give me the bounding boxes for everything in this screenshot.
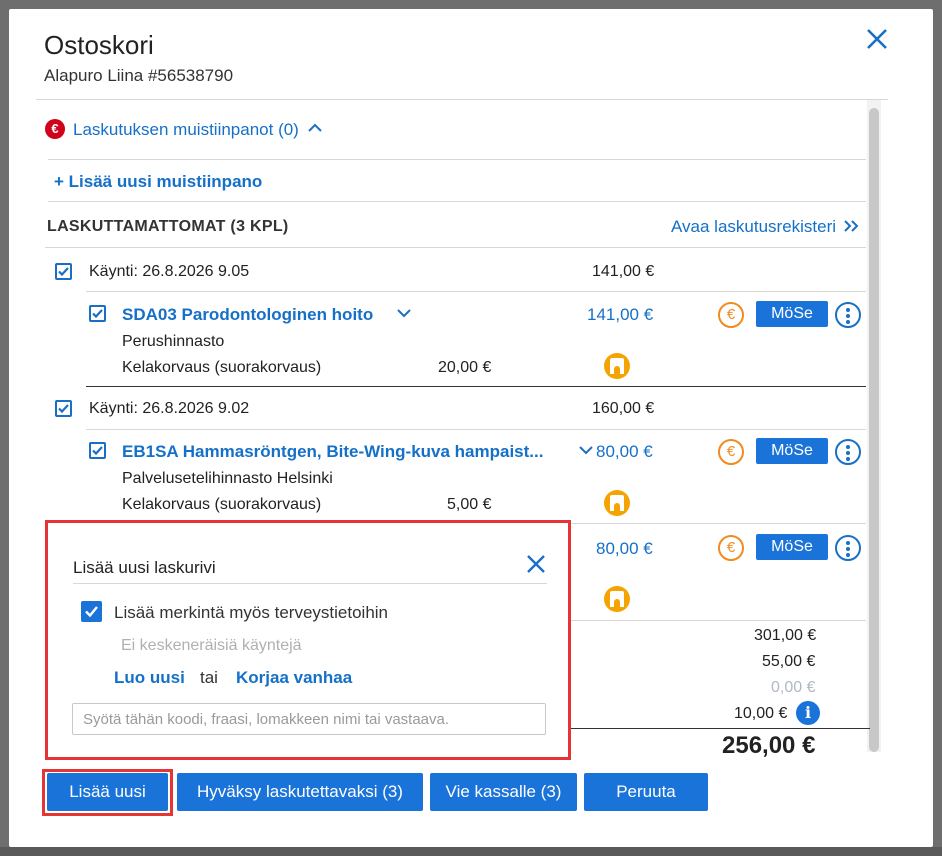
popup-divider	[73, 583, 547, 584]
item-1-pricelist: Perushinnasto	[122, 333, 225, 350]
fix-old-link[interactable]: Korjaa vanhaa	[236, 668, 352, 688]
unbilled-section-title: LASKUTTAMATTOMAT (3 KPL)	[47, 218, 289, 235]
billing-euro-icon: €	[45, 119, 65, 139]
euro-icon[interactable]: €	[718, 302, 744, 328]
kela-icon	[604, 353, 630, 379]
popup-title: Lisää uusi laskurivi	[73, 558, 216, 577]
cancel-button[interactable]: Peruuta	[584, 773, 708, 811]
visit-2-total: 160,00 €	[592, 400, 655, 417]
item-2-kela-label: Kelakorvaus (suorakorvaus)	[122, 496, 322, 513]
billing-notes-toggle[interactable]: Laskutuksen muistiinpanot (0)	[73, 120, 322, 140]
item-2-checkbox[interactable]	[89, 442, 106, 459]
no-visits-text: Ei keskeneräisiä käyntejä	[121, 637, 302, 654]
open-register-link[interactable]: Avaa laskutusrekisteri	[671, 217, 859, 237]
visit-1-checkbox[interactable]	[55, 263, 72, 280]
item-2-pricelist: Palvelusetelihinnasto Helsinki	[122, 470, 333, 487]
tax-button[interactable]: MöSe	[756, 301, 828, 327]
code-search-input[interactable]	[72, 703, 546, 735]
add-invoice-row-popup: Lisää uusi laskurivi Lisää merkintä myös…	[45, 520, 571, 760]
divider	[48, 159, 866, 160]
totals-separator	[560, 728, 870, 729]
visit-2-checkbox[interactable]	[55, 400, 72, 417]
approve-billing-button[interactable]: Hyväksy laskutettavaksi (3)	[177, 773, 423, 811]
more-options-icon[interactable]	[835, 439, 861, 465]
chevron-down-icon[interactable]	[397, 308, 411, 318]
chevron-up-icon	[307, 123, 322, 132]
modal-title: Ostoskori	[44, 30, 154, 60]
health-record-label: Lisää merkintä myös terveystietoihin	[114, 603, 389, 622]
open-register-label: Avaa laskutusrekisteri	[671, 217, 837, 236]
scrollbar-thumb[interactable]	[869, 108, 879, 752]
item-1-kela-amount: 20,00 €	[438, 359, 492, 376]
item-1-kela-label: Kelakorvaus (suorakorvaus)	[122, 359, 322, 376]
or-text: tai	[200, 668, 218, 687]
item-1-checkbox[interactable]	[89, 305, 106, 322]
close-icon[interactable]	[525, 553, 547, 575]
total-2: 55,00 €	[762, 653, 816, 670]
euro-icon[interactable]: €	[718, 535, 744, 561]
kela-icon	[604, 586, 630, 612]
chevron-down-icon[interactable]	[579, 445, 593, 455]
item-2-kela-amount: 5,00 €	[447, 496, 492, 513]
tax-button[interactable]: MöSe	[756, 534, 828, 560]
to-checkout-button[interactable]: Vie kassalle (3)	[430, 773, 577, 811]
item-1-price: 141,00 €	[587, 305, 654, 324]
divider	[45, 247, 866, 248]
total-1: 301,00 €	[754, 627, 817, 644]
kela-icon	[604, 490, 630, 516]
billing-notes-label: Laskutuksen muistiinpanot (0)	[73, 120, 299, 139]
item-2-code[interactable]: EB1SA Hammasröntgen, Bite-Wing-kuva hamp…	[122, 442, 543, 462]
more-options-icon[interactable]	[835, 302, 861, 328]
tax-button[interactable]: MöSe	[756, 438, 828, 464]
create-new-link[interactable]: Luo uusi	[114, 668, 185, 688]
health-record-checkbox[interactable]	[81, 601, 102, 622]
euro-icon[interactable]: €	[718, 439, 744, 465]
backdrop-bottom	[0, 847, 942, 856]
grand-total: 256,00 €	[722, 732, 816, 759]
item-1-code[interactable]: SDA03 Parodontologinen hoito	[122, 305, 373, 325]
visit-2-label: Käynti: 26.8.2026 9.02	[89, 400, 250, 417]
add-new-highlight	[42, 769, 173, 816]
visit-1-total: 141,00 €	[592, 263, 655, 280]
close-icon[interactable]	[864, 26, 890, 52]
double-chevron-right-icon	[844, 220, 859, 232]
divider	[48, 201, 866, 202]
visit-separator	[86, 386, 866, 387]
patient-subtitle: Alapuro Liina #56538790	[44, 66, 234, 85]
visit-1-label: Käynti: 26.8.2026 9.05	[89, 263, 250, 280]
item-2-price: 80,00 €	[596, 442, 653, 461]
total-3: 0,00 €	[771, 679, 816, 696]
total-4: 10,00 €	[734, 705, 788, 722]
info-icon[interactable]: i	[796, 701, 820, 725]
item-3-price: 80,00 €	[596, 539, 653, 558]
divider	[86, 429, 866, 430]
more-options-icon[interactable]	[835, 535, 861, 561]
divider	[86, 291, 866, 292]
add-note-link[interactable]: + Lisää uusi muistiinpano	[54, 172, 262, 192]
